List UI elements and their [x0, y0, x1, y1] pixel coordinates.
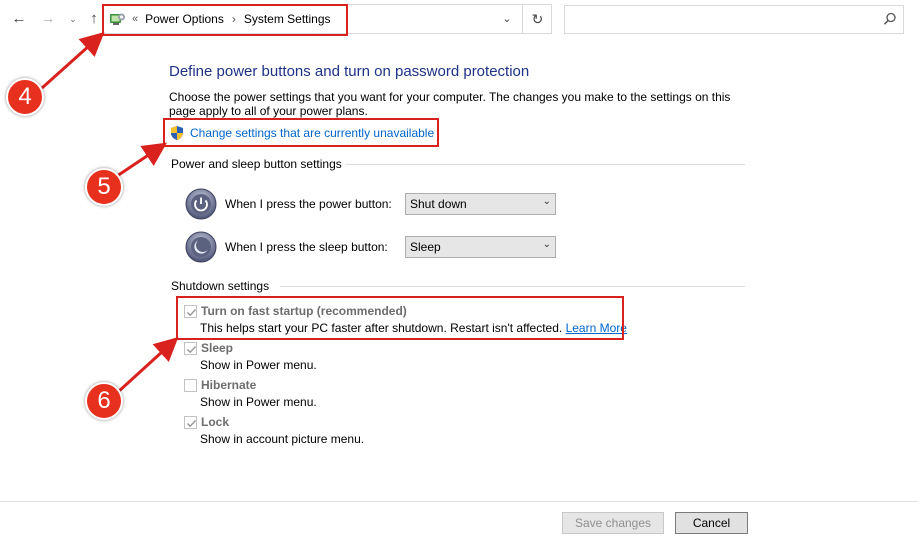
cancel-button[interactable]: Cancel	[675, 512, 748, 534]
lock-checkbox[interactable]	[184, 416, 197, 429]
back-arrow-icon[interactable]: ←	[10, 9, 28, 29]
annotation-box-address	[102, 4, 348, 36]
page-description: Choose the power settings that you want …	[169, 90, 731, 118]
sleep-description: Show in Power menu.	[200, 358, 317, 372]
shutdown-group-divider	[280, 286, 745, 287]
chevron-down-icon: ⌄	[542, 196, 551, 207]
sleep-checkbox[interactable]	[184, 342, 197, 355]
lock-label: Lock	[201, 415, 230, 429]
search-icon[interactable]	[883, 12, 897, 26]
hibernate-description: Show in Power menu.	[200, 395, 317, 409]
power-button-icon	[185, 188, 217, 220]
power-button-select[interactable]: Shut down ⌄	[405, 193, 556, 215]
sleep-button-select[interactable]: Sleep ⌄	[405, 236, 556, 258]
hibernate-checkbox[interactable]	[184, 379, 197, 392]
sleep-button-value: Sleep	[410, 240, 441, 254]
annotation-marker-4: 4	[6, 78, 44, 116]
chevron-down-icon: ⌄	[542, 239, 551, 250]
sleep-button-icon	[185, 231, 217, 263]
power-button-value: Shut down	[410, 197, 467, 211]
address-dropdown-icon[interactable]: ⌄	[497, 5, 517, 33]
power-group-title: Power and sleep button settings	[171, 157, 342, 171]
recent-locations-chevron-icon[interactable]: ⌄	[64, 9, 82, 29]
footer-divider	[0, 501, 918, 502]
power-group-divider	[346, 164, 745, 165]
annotation-marker-5: 5	[85, 168, 123, 206]
annotation-marker-6: 6	[85, 382, 123, 420]
page-title: Define power buttons and turn on passwor…	[169, 63, 530, 80]
sleep-label: Sleep	[201, 341, 234, 355]
annotation-arrows	[40, 31, 179, 394]
sleep-button-label: When I press the sleep button:	[225, 240, 388, 254]
search-input[interactable]	[564, 5, 904, 34]
shutdown-group-title: Shutdown settings	[171, 279, 270, 293]
save-changes-button[interactable]: Save changes	[562, 512, 664, 534]
up-arrow-icon[interactable]: ↑	[85, 9, 103, 29]
forward-arrow-icon[interactable]: →	[39, 9, 57, 29]
lock-description: Show in account picture menu.	[200, 432, 365, 446]
power-button-label: When I press the power button:	[225, 197, 392, 211]
annotation-box-fast-startup	[176, 296, 624, 340]
annotation-box-change-settings	[163, 118, 439, 147]
hibernate-label: Hibernate	[201, 378, 257, 392]
refresh-icon[interactable]: ↻	[522, 5, 552, 33]
